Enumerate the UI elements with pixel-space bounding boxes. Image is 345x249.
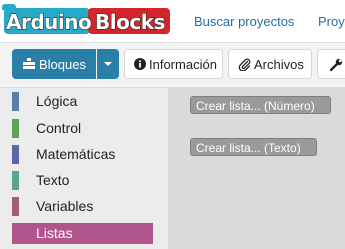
category-variables[interactable]: Variables <box>12 196 153 217</box>
category-label: Control <box>36 120 82 136</box>
nav-link-search-projects[interactable]: Buscar proyectos <box>194 14 294 29</box>
category-color-bar <box>12 224 19 243</box>
caret-down-icon <box>104 62 112 66</box>
editor-toolbar: Bloques Información Archivos <box>0 43 345 88</box>
wrench-icon <box>330 58 343 71</box>
info-button-label: Información <box>149 57 217 72</box>
blocks-dropdown-toggle[interactable] <box>97 49 119 79</box>
category-label: Lógica <box>36 93 78 109</box>
category-color-bar <box>12 197 19 216</box>
files-button[interactable]: Archivos <box>228 49 312 79</box>
category-listas[interactable]: Listas <box>12 223 153 244</box>
category-label: Listas <box>36 225 73 241</box>
top-navbar: Arduino Blocks Buscar proyectos Proy <box>0 0 345 43</box>
category-label: Variables <box>36 198 94 214</box>
info-button[interactable]: Información <box>124 49 223 79</box>
info-circle-icon <box>134 58 146 70</box>
paperclip-icon <box>238 58 251 71</box>
category-color-bar <box>12 119 19 138</box>
category-logica[interactable]: Lógica <box>12 91 153 112</box>
nav-link-projects[interactable]: Proy <box>318 14 345 29</box>
files-button-label: Archivos <box>254 57 304 72</box>
logo-text-blocks: Blocks <box>95 10 166 35</box>
category-control[interactable]: Control <box>12 118 153 139</box>
tools-button[interactable] <box>317 49 345 79</box>
blocks-icon <box>23 58 35 69</box>
create-list-text-block[interactable]: Crear lista... (Texto) <box>190 138 317 156</box>
logo-text-arduino: Arduino <box>5 10 92 35</box>
category-label: Matemáticas <box>36 146 116 162</box>
blocks-button[interactable]: Bloques <box>12 49 96 79</box>
category-label: Texto <box>36 172 70 188</box>
category-color-bar <box>12 145 19 164</box>
blocks-button-label: Bloques <box>39 57 86 72</box>
category-matematicas[interactable]: Matemáticas <box>12 144 153 165</box>
create-list-number-block[interactable]: Crear lista... (Número) <box>190 96 331 114</box>
category-texto[interactable]: Texto <box>12 170 153 191</box>
category-color-bar <box>12 92 19 111</box>
category-color-bar <box>12 171 19 190</box>
arduinoblocks-logo[interactable]: Arduino Blocks <box>0 4 182 36</box>
